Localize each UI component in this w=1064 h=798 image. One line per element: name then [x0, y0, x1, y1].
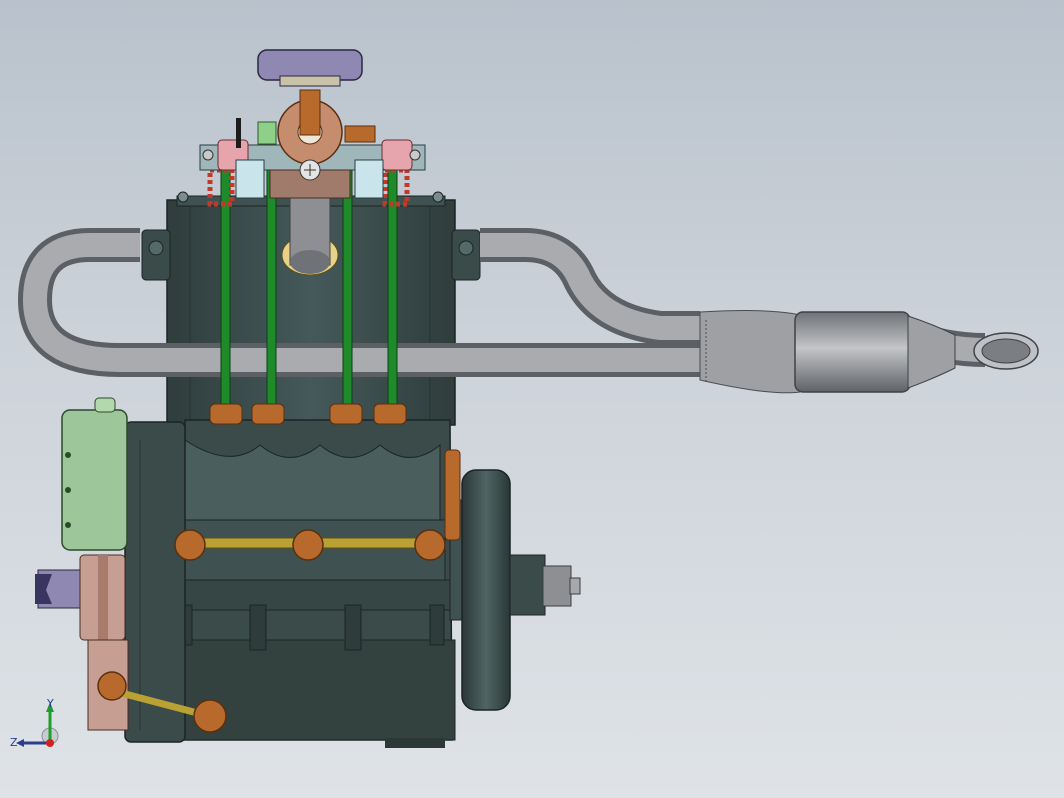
block-side-boss-left — [141, 229, 171, 281]
flywheel[interactable] — [449, 469, 581, 711]
intake-neck — [281, 194, 339, 276]
z-axis-label: Z — [10, 736, 18, 749]
x-axis-point — [46, 739, 54, 747]
distributor-cap[interactable] — [257, 49, 363, 87]
block-side-boss-right — [451, 229, 481, 281]
engine-model[interactable] — [0, 0, 1064, 798]
cad-viewport[interactable]: Y Z — [0, 0, 1064, 798]
crankcase[interactable] — [159, 419, 456, 748]
view-orientation-triad[interactable]: Y Z — [8, 698, 68, 758]
y-axis-label: Y — [46, 698, 54, 710]
timing-cover[interactable] — [61, 397, 128, 551]
side-bracket — [444, 449, 461, 541]
crank-pulley[interactable] — [35, 554, 126, 641]
